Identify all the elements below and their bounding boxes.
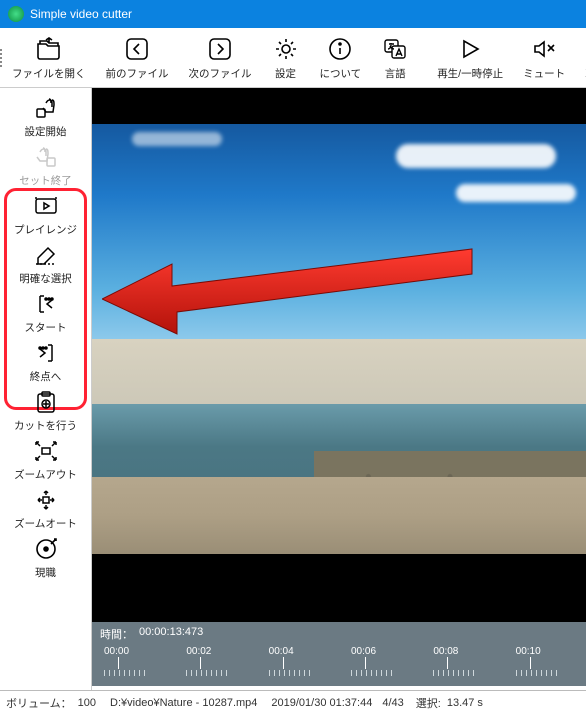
chevron-right-box-icon xyxy=(206,35,234,63)
next-frame-button[interactable]: 次のフレーム xyxy=(575,32,586,84)
language-button[interactable]: 言語 xyxy=(371,32,419,84)
language-icon xyxy=(381,35,409,63)
folder-open-icon xyxy=(35,35,63,63)
target-icon xyxy=(32,535,60,563)
volume-label: ボリューム： xyxy=(6,695,72,711)
statusbar: ボリューム： 100 D:¥video¥Nature - 10287.mp4 2… xyxy=(0,690,586,714)
zoom-out-button[interactable]: ズームアウト xyxy=(0,435,91,484)
timeline-tick: 00:04 xyxy=(269,646,310,676)
gear-icon xyxy=(272,35,300,63)
set-start-button[interactable]: 設定開始 xyxy=(0,92,91,141)
do-cut-button[interactable]: カットを行う xyxy=(0,386,91,435)
about-button[interactable]: について xyxy=(310,32,372,84)
timeline-tick: 00:10 xyxy=(516,646,557,676)
clipboard-plus-icon xyxy=(32,388,60,416)
video-blank-bottom xyxy=(92,554,586,622)
timeline-time: 時間： 00:00:13:473 xyxy=(100,626,578,642)
video-blank-top xyxy=(92,88,586,124)
prev-file-button[interactable]: 前のファイル xyxy=(96,32,179,84)
pointer-start-icon xyxy=(32,94,60,122)
timeline-tick: 00:02 xyxy=(186,646,227,676)
next-file-button[interactable]: 次のファイル xyxy=(179,32,262,84)
zoom-out-icon xyxy=(32,437,60,465)
timeline-tick: 00:06 xyxy=(351,646,392,676)
cloud xyxy=(132,132,222,146)
play-range-icon xyxy=(32,192,60,220)
info-icon xyxy=(326,35,354,63)
top-toolbar: ファイルを開く 前のファイル 次のファイル 設定 xyxy=(0,28,586,88)
selection-value: 13.47 s xyxy=(447,697,483,709)
clear-selection-button[interactable]: 明確な選択 xyxy=(0,239,91,288)
mute-button[interactable]: ミュート xyxy=(513,32,575,84)
time-label: 時間： xyxy=(100,626,133,642)
main-area: 設定開始 セット終了 プレイレンジ xyxy=(0,88,586,690)
play-pause-button[interactable]: 再生/一時停止 xyxy=(427,32,513,84)
video-frame[interactable] xyxy=(92,124,586,554)
open-file-button[interactable]: ファイルを開く xyxy=(2,32,96,84)
zoom-auto-icon xyxy=(32,486,60,514)
file-path: D:¥video¥Nature - 10287.mp4 xyxy=(110,697,257,709)
beach-region xyxy=(92,477,586,554)
volume-value: 100 xyxy=(78,697,96,709)
go-end-button[interactable]: 終点へ xyxy=(0,337,91,386)
titlebar: Simple video cutter xyxy=(0,0,586,28)
go-start-button[interactable]: スタート xyxy=(0,288,91,337)
current-position-button[interactable]: 現職 xyxy=(0,533,91,582)
side-toolbar: 設定開始 セット終了 プレイレンジ xyxy=(0,88,92,690)
frame-counter: 4/43 xyxy=(382,697,403,709)
settings-button[interactable]: 設定 xyxy=(262,32,310,84)
app-icon xyxy=(8,6,24,22)
selection-label: 選択: xyxy=(416,695,441,711)
eraser-icon xyxy=(32,241,60,269)
timeline-tick: 00:08 xyxy=(433,646,474,676)
zoom-auto-button[interactable]: ズームオート xyxy=(0,484,91,533)
timeline[interactable]: 時間： 00:00:13:473 00:0000:0200:0400:0600:… xyxy=(92,622,586,686)
go-start-icon xyxy=(32,290,60,318)
play-icon xyxy=(456,35,484,63)
mute-icon xyxy=(530,35,558,63)
set-end-button[interactable]: セット終了 xyxy=(0,141,91,190)
play-range-button[interactable]: プレイレンジ xyxy=(0,190,91,239)
video-panel: 時間： 00:00:13:473 00:0000:0200:0400:0600:… xyxy=(92,88,586,686)
cloud xyxy=(396,144,556,168)
file-datetime: 2019/01/30 01:37:44 xyxy=(271,697,372,709)
time-value: 00:00:13:473 xyxy=(139,626,203,642)
window-title: Simple video cutter xyxy=(30,7,132,21)
go-end-icon xyxy=(32,339,60,367)
chevron-left-box-icon xyxy=(123,35,151,63)
timeline-ruler[interactable]: 00:00 00:02 00:04 00:06 00:08 00:10 xyxy=(100,646,578,682)
timeline-tick: 00:00 xyxy=(104,646,145,676)
pointer-end-icon xyxy=(32,143,60,171)
cloud xyxy=(456,184,576,202)
